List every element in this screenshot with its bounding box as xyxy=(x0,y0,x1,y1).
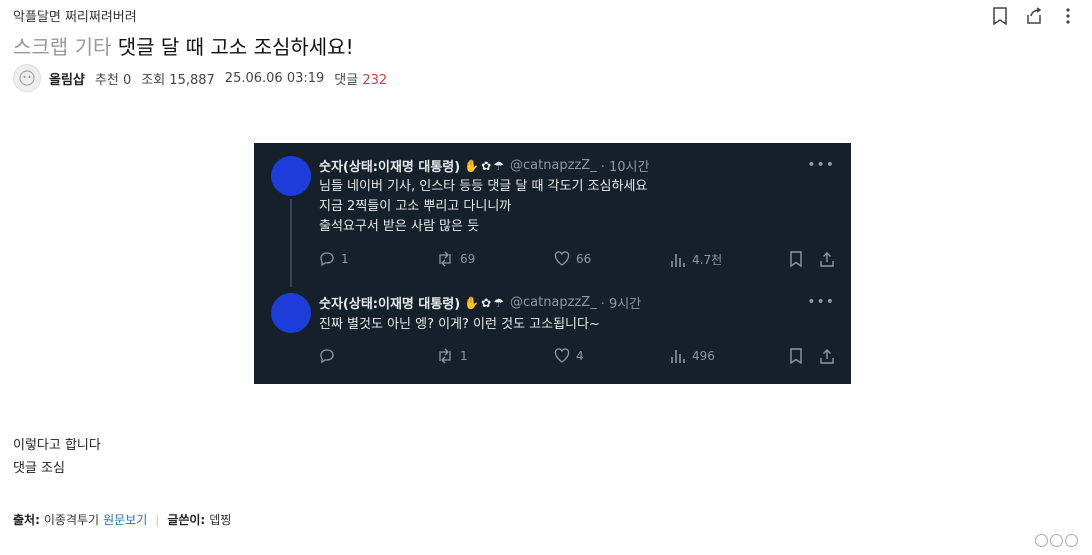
thread-line xyxy=(290,199,292,287)
board-category[interactable]: 악플달면 쩌리쩌려버려 xyxy=(13,6,137,25)
comments-count: 232 xyxy=(362,72,388,88)
divider: | xyxy=(155,512,160,527)
views-count-tweet: 496 xyxy=(692,349,715,363)
cc-icon xyxy=(1065,534,1078,547)
tweet-time: · 9시간 xyxy=(600,297,642,312)
tweet-handle: @catnapzzZ_ xyxy=(509,295,597,310)
tweet-time: · 10시간 xyxy=(600,160,650,175)
views-action: 4.7천 xyxy=(670,251,722,268)
avatar-icon[interactable] xyxy=(13,64,41,92)
post-meta: 올림샵 추천 0 조회 15,887 25.06.06 03:19 댓글 232 xyxy=(13,64,397,92)
retweet-action: 69 xyxy=(436,251,475,267)
more-icon: ••• xyxy=(807,294,835,310)
writer-label: 글쓴이: xyxy=(167,513,206,527)
reply-action: 1 xyxy=(319,251,349,267)
tweet-author-name: 숫자(상태:이재명 대통령) xyxy=(319,297,461,312)
tweet-text-line: 진짜 별것도 아닌 엥? 이게? 이런 것도 고소됩니다~ xyxy=(319,317,600,332)
recommend-label: 추천 xyxy=(94,72,119,88)
views-count: 15,887 xyxy=(169,72,215,88)
tweet-text: 진짜 별것도 아닌 엥? 이게? 이런 것도 고소됩니다~ xyxy=(319,315,600,335)
comments-stat[interactable]: 댓글 232 xyxy=(334,69,387,88)
views-icon xyxy=(671,350,685,363)
tweet-actions: 1 4 496 xyxy=(319,348,836,368)
tweet-text-line: 출석요구서 받은 사람 많은 듯 xyxy=(319,219,480,234)
tweet-bookmark-icon xyxy=(789,251,803,267)
tweet-author-name: 숫자(상태:이재명 대통령) xyxy=(319,160,461,175)
tweet-text-line: 지금 2찍들이 고소 뿌리고 다니니까 xyxy=(319,199,512,214)
cc-icon xyxy=(1050,534,1063,547)
tweet-text-line: 님들 네이버 기사, 인스타 등등 댓글 달 때 각도기 조심하세요 xyxy=(319,179,648,194)
views-action: 496 xyxy=(670,348,715,364)
reply-count: 1 xyxy=(341,252,349,266)
retweet-count: 1 xyxy=(460,349,468,363)
tweet-actions: 1 69 66 4.7천 xyxy=(319,251,836,271)
post-category-scrap[interactable]: 스크랩 xyxy=(13,35,68,59)
tweet-header: 숫자(상태:이재명 대통령) ✋✿☂ @catnapzzZ_ · 9시간 xyxy=(319,293,641,312)
retweet-action: 1 xyxy=(436,348,468,364)
views-label: 조회 xyxy=(141,72,166,88)
tweet-avatar xyxy=(271,293,311,333)
post-datetime: 25.06.06 03:19 xyxy=(224,70,325,86)
retweet-count: 69 xyxy=(460,252,476,266)
post-body-line: 댓글 조심 xyxy=(13,461,65,476)
retweet-icon xyxy=(439,251,451,267)
tweet-share-icon xyxy=(819,251,835,267)
cc-icon xyxy=(1035,534,1048,547)
reply-icon xyxy=(320,252,334,267)
like-count: 66 xyxy=(576,251,592,266)
comments-label: 댓글 xyxy=(334,72,359,88)
tweet-emoji: ✋✿☂ xyxy=(464,295,506,310)
like-icon xyxy=(554,348,570,363)
tweet-screenshot: 숫자(상태:이재명 대통령) ✋✿☂ @catnapzzZ_ · 10시간 ••… xyxy=(254,143,851,384)
like-icon xyxy=(554,251,570,266)
reply-action xyxy=(319,348,341,364)
views-stat: 조회 15,887 xyxy=(141,69,215,88)
cc-license-icon xyxy=(1035,534,1078,547)
source-name: 이종격투기 xyxy=(43,513,100,527)
post-category-etc[interactable]: 기타 xyxy=(75,35,112,59)
views-icon xyxy=(671,253,685,267)
tweet-avatar xyxy=(271,156,311,196)
post-author[interactable]: 올림샵 xyxy=(49,69,85,88)
tweet-emoji: ✋✿☂ xyxy=(464,158,506,173)
post-source: 출처: 이종격투기 원문보기 | 글쓴이: 뎁찡 xyxy=(13,511,231,528)
recommend-stat: 추천 0 xyxy=(95,69,131,88)
like-count: 4 xyxy=(576,348,584,363)
views-count-tweet: 4.7천 xyxy=(692,253,723,267)
post-top-actions xyxy=(990,6,1078,26)
post-body-line: 이렇다고 합니다 xyxy=(13,438,101,453)
tweet-header: 숫자(상태:이재명 대통령) ✋✿☂ @catnapzzZ_ · 10시간 xyxy=(319,156,649,175)
more-menu-icon[interactable] xyxy=(1058,6,1078,26)
like-action: 66 xyxy=(554,251,591,266)
share-icon[interactable] xyxy=(1024,6,1044,26)
recommend-count: 0 xyxy=(122,72,132,88)
source-label: 출처: xyxy=(13,513,40,527)
tweet-handle: @catnapzzZ_ xyxy=(509,158,597,173)
bookmark-icon[interactable] xyxy=(990,6,1010,26)
reply-icon xyxy=(320,349,334,364)
like-action: 4 xyxy=(554,348,584,363)
post-title-row: 스크랩 기타 댓글 달 때 고소 조심하세요! xyxy=(13,31,354,60)
more-icon: ••• xyxy=(807,157,835,173)
tweet-bookmark-icon xyxy=(789,348,803,364)
post-body: 이렇다고 합니다 댓글 조심 xyxy=(13,434,101,480)
writer-name[interactable]: 뎁찡 xyxy=(209,511,231,528)
post-title: 댓글 달 때 고소 조심하세요! xyxy=(117,35,354,59)
retweet-icon xyxy=(439,348,451,364)
source-link[interactable]: 원문보기 xyxy=(103,511,147,528)
tweet-share-icon xyxy=(819,348,835,364)
tweet-text: 님들 네이버 기사, 인스타 등등 댓글 달 때 각도기 조심하세요 지금 2찍… xyxy=(319,177,647,237)
